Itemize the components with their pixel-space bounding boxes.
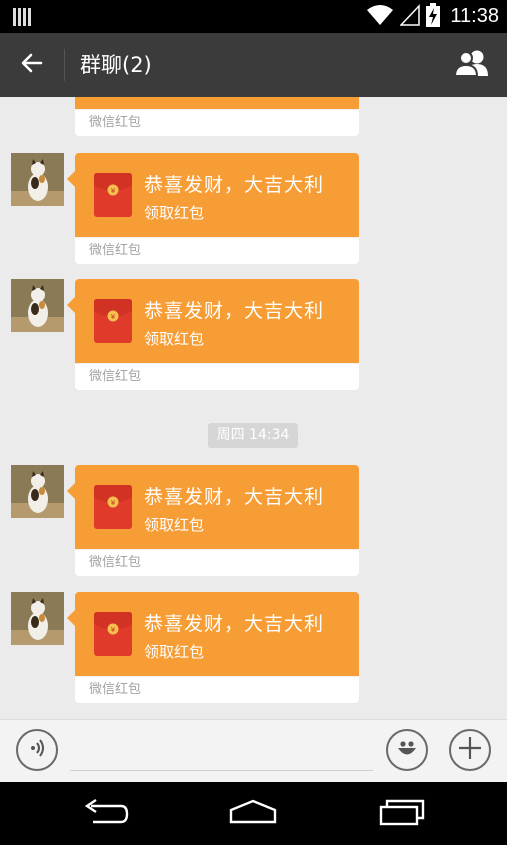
red-packet-body: ¥ 恭喜发财，大吉大利 领取红包 xyxy=(67,153,359,237)
red-packet-card[interactable]: ¥ 恭喜发财，大吉大利 领取红包 微信红包 xyxy=(67,592,359,703)
nav-recents-icon xyxy=(379,798,425,830)
time-divider: 周四 14:34 xyxy=(208,423,298,448)
emoji-button[interactable] xyxy=(386,729,428,771)
nav-recents-button[interactable] xyxy=(372,794,432,834)
svg-text:¥: ¥ xyxy=(111,313,116,321)
action-bar: 群聊(2) xyxy=(0,33,507,97)
back-arrow-icon xyxy=(20,51,44,79)
header-divider xyxy=(64,49,65,81)
plus-icon xyxy=(458,736,482,764)
group-members-icon xyxy=(453,49,492,81)
signal-icon xyxy=(399,3,421,30)
red-packet-title: 恭喜发财，大吉大利 xyxy=(144,486,325,508)
red-packet-title: 恭喜发财，大吉大利 xyxy=(144,300,325,322)
cat-avatar-image xyxy=(11,592,64,645)
red-packet-action: 领取红包 xyxy=(144,643,205,661)
red-envelope-icon: ¥ xyxy=(94,173,132,217)
nav-home-icon xyxy=(228,799,278,829)
red-envelope-icon: ¥ xyxy=(94,485,132,529)
nav-back-icon xyxy=(83,799,129,829)
red-packet-footer: 微信红包 xyxy=(75,676,359,703)
message-input[interactable] xyxy=(70,738,373,771)
emoji-icon xyxy=(394,735,420,765)
red-packet-body: ¥ 恭喜发财，大吉大利 领取红包 xyxy=(67,592,359,676)
red-packet-title: 恭喜发财，大吉大利 xyxy=(144,613,325,635)
chat-title: 群聊(2) xyxy=(80,53,152,77)
red-packet-footer: 微信红包 xyxy=(75,237,359,264)
more-button[interactable] xyxy=(449,729,491,771)
red-packet-body: ¥ 恭喜发财，大吉大利 领取红包 xyxy=(67,279,359,363)
partial-red-packet-card[interactable]: 微信红包 xyxy=(75,97,359,136)
svg-text:¥: ¥ xyxy=(111,187,116,195)
cat-avatar-image xyxy=(11,279,64,332)
battery-charging-icon xyxy=(426,2,441,31)
red-packet-action: 领取红包 xyxy=(144,330,205,348)
status-time: 11:38 xyxy=(450,5,499,27)
avatar[interactable] xyxy=(11,465,64,518)
red-packet-body: ¥ 恭喜发财，大吉大利 领取红包 xyxy=(67,465,359,549)
sim-card-icon xyxy=(12,7,32,31)
red-packet-title: 恭喜发财，大吉大利 xyxy=(144,174,325,196)
avatar[interactable] xyxy=(11,592,64,645)
status-right-group: 11:38 xyxy=(366,0,499,33)
red-envelope-icon: ¥ xyxy=(94,299,132,343)
back-button[interactable] xyxy=(10,43,54,87)
red-packet-footer: 微信红包 xyxy=(75,549,359,576)
status-bar: 11:38 xyxy=(0,0,507,33)
svg-text:¥: ¥ xyxy=(111,626,116,634)
avatar[interactable] xyxy=(11,153,64,206)
nav-back-button[interactable] xyxy=(76,794,136,834)
voice-icon xyxy=(27,738,47,762)
avatar[interactable] xyxy=(11,279,64,332)
cat-avatar-image xyxy=(11,465,64,518)
red-packet-footer: 微信红包 xyxy=(75,109,359,136)
group-members-button[interactable] xyxy=(449,43,497,87)
wifi-icon xyxy=(366,4,394,30)
cat-avatar-image xyxy=(11,153,64,206)
red-packet-action: 领取红包 xyxy=(144,516,205,534)
red-packet-body xyxy=(75,97,359,109)
red-packet-card[interactable]: ¥ 恭喜发财，大吉大利 领取红包 微信红包 xyxy=(67,465,359,576)
system-nav-bar xyxy=(0,782,507,845)
red-packet-card[interactable]: ¥ 恭喜发财，大吉大利 领取红包 微信红包 xyxy=(67,153,359,264)
voice-button[interactable] xyxy=(16,729,58,771)
input-bar xyxy=(0,719,507,783)
chat-area[interactable]: 微信红包 ¥ 恭喜发财，大吉大利 领取红包 微信红包 ¥ 恭喜发财，大吉大利 领… xyxy=(0,97,507,719)
red-packet-action: 领取红包 xyxy=(144,204,205,222)
red-packet-card[interactable]: ¥ 恭喜发财，大吉大利 领取红包 微信红包 xyxy=(67,279,359,390)
nav-home-button[interactable] xyxy=(223,794,283,834)
red-packet-footer: 微信红包 xyxy=(75,363,359,390)
svg-text:¥: ¥ xyxy=(111,499,116,507)
red-envelope-icon: ¥ xyxy=(94,612,132,656)
